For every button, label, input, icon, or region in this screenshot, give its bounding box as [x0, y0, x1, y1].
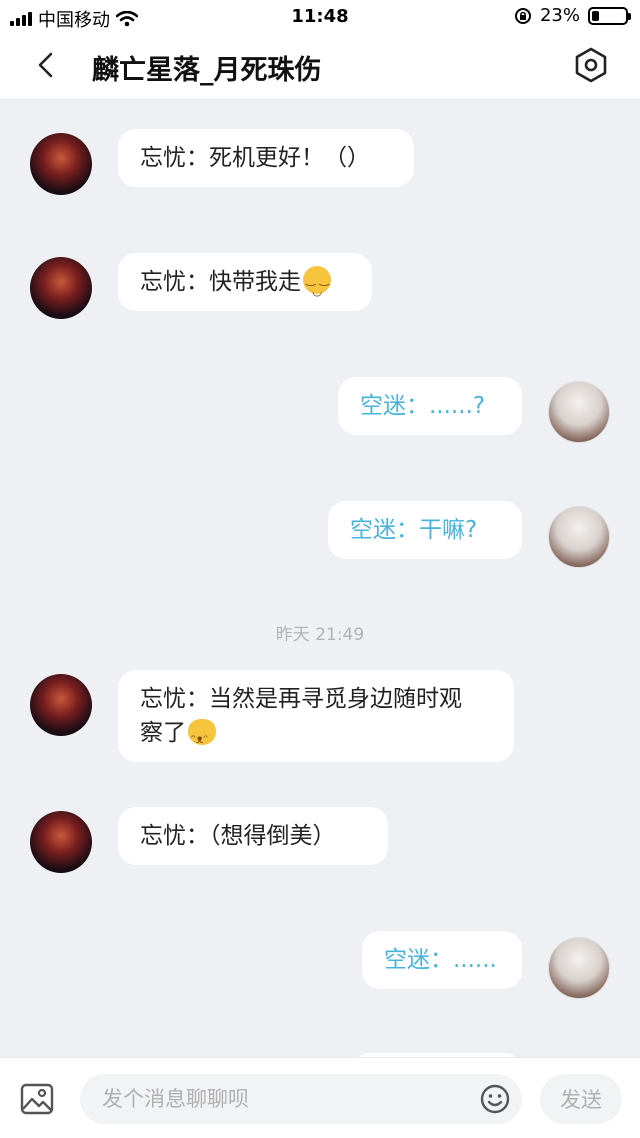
- message-text: 忘忧：死机更好！（）: [140, 145, 370, 171]
- message-timestamp: 昨天 21:49: [275, 625, 365, 645]
- message-bubble[interactable]: 忘忧：（想得倒美）: [118, 807, 388, 865]
- avatar-kongmi[interactable]: [548, 937, 610, 999]
- emoji-icon[interactable]: [479, 1083, 511, 1115]
- chat-area[interactable]: 忘忧：死机更好！（） 忘忧：快带我走 空迷：......? 空迷：干嘛? 昨天 …: [0, 101, 640, 1057]
- avatar-wangyou[interactable]: [30, 133, 92, 195]
- avatar-wangyou[interactable]: [30, 811, 92, 873]
- message-text: 忘忧：快带我走: [140, 269, 301, 295]
- chat-title: 麟亡星落_月死珠伤: [92, 55, 322, 86]
- rotation-lock-icon: [514, 7, 531, 24]
- message-bubble[interactable]: 空迷：干嘛?: [328, 501, 522, 559]
- message-text: 空迷：干嘛?: [350, 517, 478, 543]
- message-bubble[interactable]: 空迷：......?: [338, 377, 522, 435]
- message-text-line2: 察了: [140, 720, 186, 746]
- message-text: 空迷：......: [384, 947, 497, 973]
- image-icon[interactable]: [20, 1082, 54, 1116]
- message-input[interactable]: [80, 1074, 522, 1124]
- avatar-kongmi[interactable]: [548, 506, 610, 568]
- message-bubble[interactable]: 忘忧：快带我走: [118, 253, 372, 311]
- hexagon-settings-icon[interactable]: [572, 46, 610, 84]
- message-bubble[interactable]: 空迷：......: [362, 931, 522, 989]
- cat-emoji: [188, 710, 216, 756]
- battery-icon: [588, 6, 631, 25]
- chat-header: 麟亡星落_月死珠伤: [0, 32, 640, 100]
- message-bubble[interactable]: 忘忧：死机更好！（）: [118, 129, 414, 187]
- status-bar: 中国移动 11:48 23%: [0, 0, 640, 32]
- avatar-kongmi[interactable]: [548, 381, 610, 443]
- battery-percent: 23%: [539, 5, 580, 26]
- battery-fill: [592, 10, 600, 21]
- avatar-wangyou[interactable]: [30, 674, 92, 736]
- chevron-left-icon[interactable]: [30, 48, 64, 82]
- message-text: 忘忧：（想得倒美）: [140, 823, 336, 849]
- message-text: 空迷：......?: [360, 393, 486, 419]
- smile-emoji: [303, 262, 331, 308]
- avatar-wangyou[interactable]: [30, 257, 92, 319]
- send-button[interactable]: 发送: [540, 1074, 622, 1124]
- message-bubble[interactable]: 忘忧：当然是再寻觅身边随时观 察了: [118, 670, 514, 762]
- status-right: 23%: [514, 5, 631, 26]
- input-bar: 发送: [0, 1057, 640, 1138]
